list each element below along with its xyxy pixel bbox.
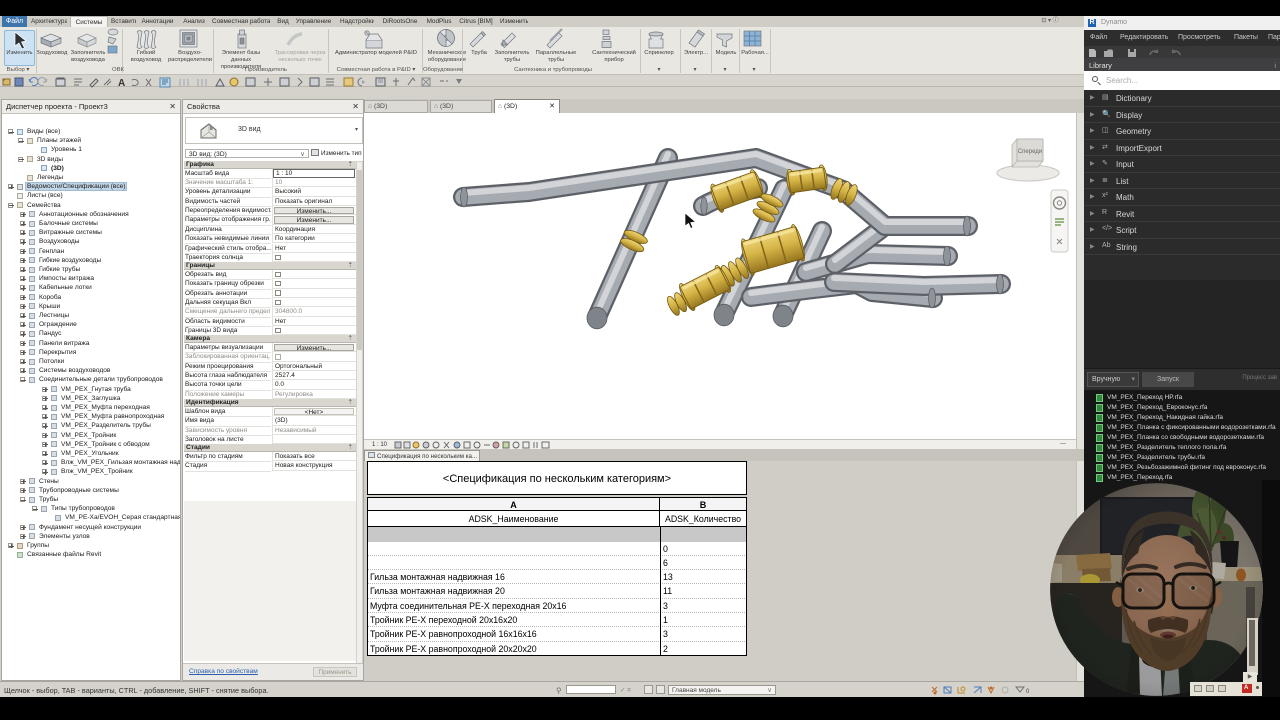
svg-text:Спереди: Спереди (1018, 149, 1042, 155)
svg-text:0: 0 (1026, 689, 1030, 695)
svg-text:A: A (118, 78, 125, 88)
